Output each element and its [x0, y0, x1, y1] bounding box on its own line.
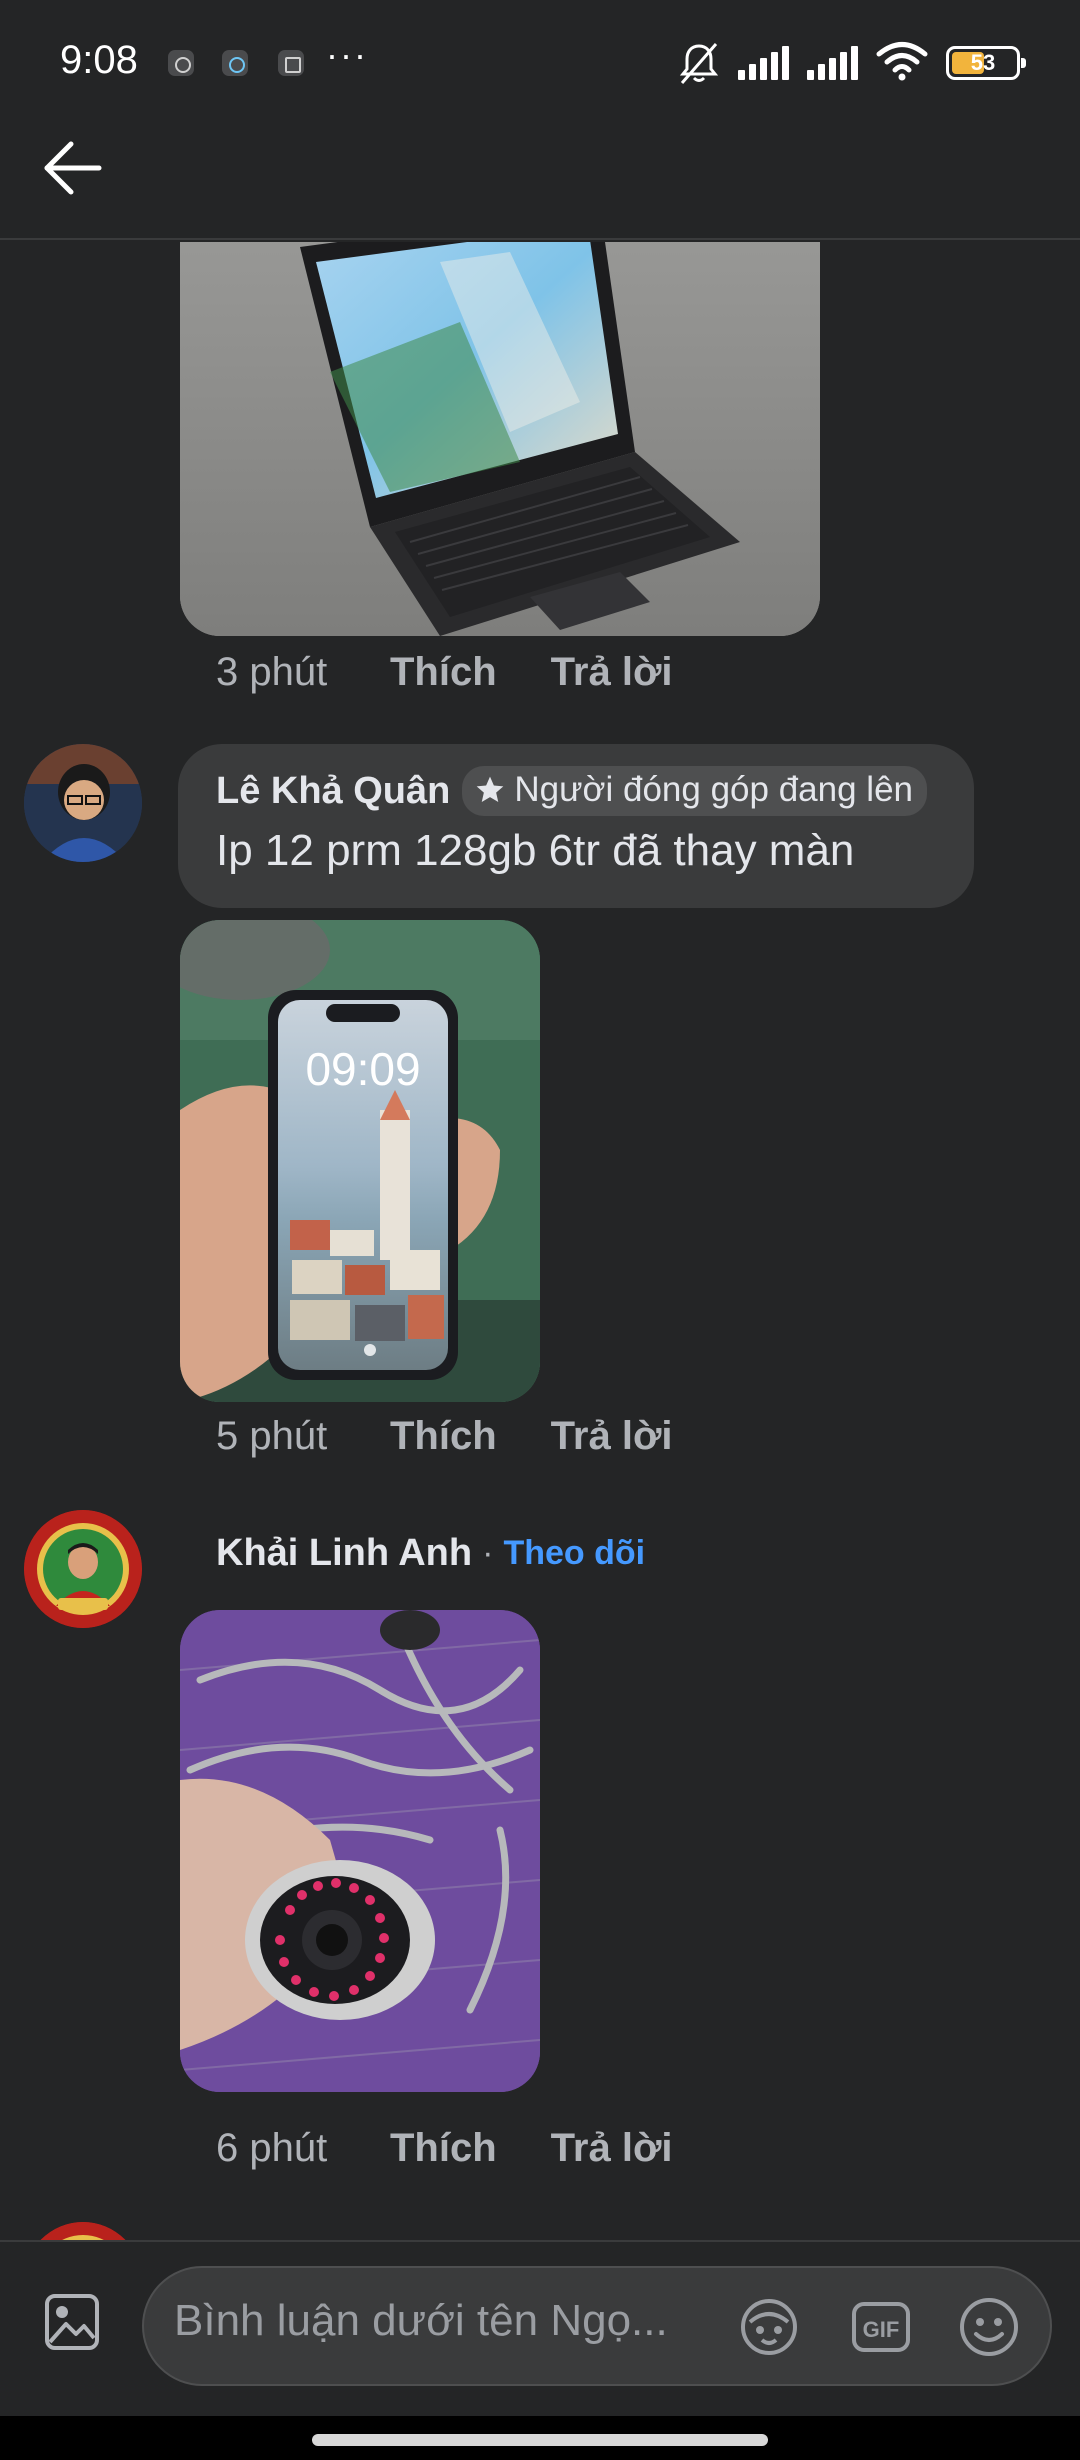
emoji-icon[interactable] — [958, 2296, 1020, 2358]
comment-input-placeholder[interactable]: Bình luận dưới tên Ngọ... — [174, 2296, 668, 2346]
wifi-icon — [876, 41, 928, 86]
signal-icon — [807, 46, 858, 80]
phone-clock: 09:09 — [305, 1043, 420, 1095]
separator: · — [482, 1534, 494, 1572]
status-time: 9:08 — [60, 38, 138, 82]
back-button[interactable] — [36, 132, 108, 204]
comments-list[interactable]: 3 phút Thích Trả lời Lê Khả Quân Người đ… — [0, 242, 1080, 2240]
comment-meta: 3 phút Thích Trả lời — [216, 650, 727, 695]
badge-label: Người đóng góp đang lên — [514, 770, 913, 809]
avatar[interactable] — [24, 744, 142, 862]
comment-meta: 5 phút Thích Trả lời — [216, 1414, 727, 1459]
avatar[interactable] — [24, 2222, 142, 2240]
svg-text:GIF: GIF — [863, 2317, 900, 2342]
more-notifications-icon: ··· — [326, 34, 368, 75]
comment-bubble[interactable]: Lê Khả Quân Người đóng góp đang lên Ip 1… — [178, 744, 974, 908]
status-bar: 9:08 ··· 53 — [0, 0, 1080, 120]
like-button[interactable]: Thích — [390, 1414, 497, 1459]
comment-author[interactable]: Lê Khả Quân — [216, 770, 450, 813]
battery-icon: 53 — [946, 46, 1026, 80]
reply-button[interactable]: Trả lời — [551, 1414, 673, 1459]
avatar[interactable] — [24, 1510, 142, 1628]
follow-button[interactable]: Theo dõi — [503, 1534, 645, 1573]
home-gesture-bar[interactable] — [312, 2434, 768, 2446]
comment-time: 6 phút — [216, 2126, 328, 2170]
comment-image-camera[interactable] — [180, 1610, 540, 2092]
comment-meta: 6 phút Thích Trả lời — [216, 2126, 727, 2171]
notification-app-icon — [168, 50, 194, 76]
lock-icon — [278, 50, 304, 76]
like-button[interactable]: Thích — [390, 2126, 497, 2171]
star-icon — [477, 776, 504, 802]
comment-time: 3 phút — [216, 650, 328, 694]
comment-image-laptop[interactable] — [180, 242, 820, 636]
gif-icon[interactable]: GIF — [850, 2296, 912, 2358]
arrow-left-icon — [44, 141, 102, 195]
battery-text: 53 — [970, 50, 996, 75]
bell-muted-icon — [678, 41, 720, 85]
notification-app-icon — [222, 50, 248, 76]
comment-text: Ip 12 prm 128gb 6tr đã thay màn — [216, 826, 855, 875]
reply-button[interactable]: Trả lời — [551, 2126, 673, 2171]
comment-time: 5 phút — [216, 1414, 328, 1458]
signal-icon — [738, 46, 789, 80]
reply-button[interactable]: Trả lời — [551, 650, 673, 695]
like-button[interactable]: Thích — [390, 650, 497, 695]
photo-icon[interactable] — [44, 2290, 100, 2354]
comment-header: Khải Linh Anh · Theo dõi — [216, 1532, 645, 1575]
top-bar — [0, 120, 1080, 240]
avatar-sticker-icon[interactable] — [738, 2296, 800, 2358]
contributor-badge: Người đóng góp đang lên — [462, 766, 927, 816]
comment-author[interactable]: Khải Linh Anh — [216, 1532, 472, 1575]
comment-image-phone[interactable]: 09:09 — [180, 920, 540, 1402]
